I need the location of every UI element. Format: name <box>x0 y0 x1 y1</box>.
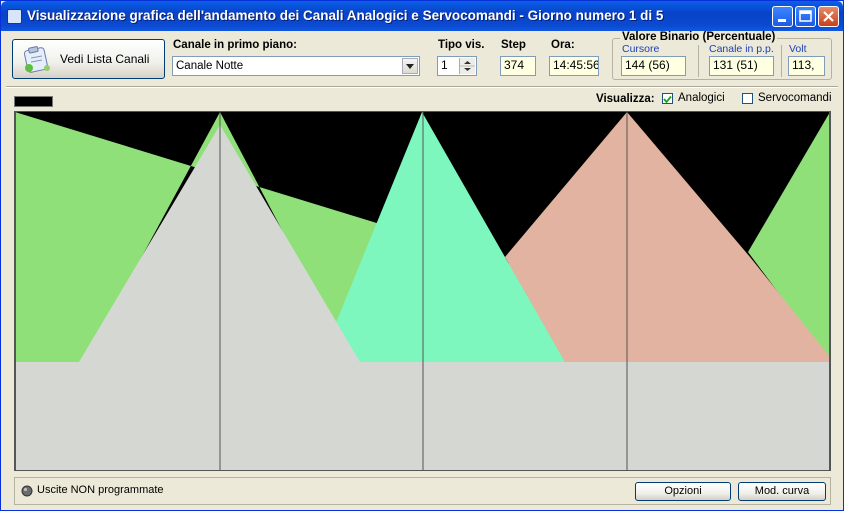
servocomandi-label: Servocomandi <box>758 92 832 104</box>
clipboard-list-icon <box>23 46 50 73</box>
led-icon <box>21 485 33 497</box>
app-icon[interactable] <box>7 9 22 24</box>
close-icon <box>823 11 834 22</box>
checkmark-icon <box>663 95 672 104</box>
spin-arrows[interactable] <box>459 58 475 74</box>
vedi-lista-canali-label: Vedi Lista Canali <box>60 52 150 66</box>
ora-label: Ora: <box>551 39 575 51</box>
group-divider <box>698 45 699 77</box>
tipo-vis-spinner[interactable]: 1 <box>437 56 477 76</box>
maximize-icon <box>799 10 812 22</box>
cursore-label: Cursore <box>622 43 660 55</box>
canale-pp-field: 131 (51) <box>709 56 774 76</box>
graph-area[interactable] <box>14 111 831 471</box>
graph-canvas[interactable] <box>15 112 830 470</box>
spin-arrows-icon <box>460 61 475 71</box>
minimize-button[interactable] <box>772 6 793 27</box>
volt-label: Volt <box>789 43 807 55</box>
close-button[interactable] <box>818 6 839 27</box>
tipo-vis-value: 1 <box>441 58 448 72</box>
valore-binario-label: Valore Binario (Percentuale) <box>620 31 778 43</box>
analogici-checkbox[interactable] <box>662 93 673 104</box>
analogici-label: Analogici <box>678 92 725 104</box>
cursore-field: 144 (56) <box>621 56 686 76</box>
title-bar[interactable]: Visualizzazione grafica dell'andamento d… <box>1 1 843 31</box>
opzioni-button[interactable]: Opzioni <box>635 482 731 501</box>
toolbar-separator <box>6 86 838 88</box>
canale-select[interactable]: Canale Notte <box>172 56 420 76</box>
led-status-label: Uscite NON programmate <box>37 484 164 496</box>
minimize-icon <box>778 19 786 22</box>
ora-field: 14:45:56 <box>549 56 599 76</box>
step-label: Step <box>501 39 526 51</box>
canale-pp-label: Canale in p.p. <box>709 43 774 55</box>
canale-dropdown-button[interactable] <box>402 58 418 74</box>
canale-label: Canale in primo piano: <box>173 39 297 51</box>
mod-curva-button[interactable]: Mod. curva <box>738 482 826 501</box>
visualizza-label: Visualizza: <box>596 93 655 105</box>
chevron-down-icon <box>406 64 414 69</box>
vedi-lista-canali-button[interactable]: Vedi Lista Canali <box>12 39 165 79</box>
status-bar: Uscite NON programmate Opzioni Mod. curv… <box>14 477 831 505</box>
step-field: 374 <box>500 56 536 76</box>
group-divider <box>781 45 782 77</box>
legend-swatch <box>14 96 53 107</box>
servocomandi-checkbox[interactable] <box>742 93 753 104</box>
volt-field: 113, <box>788 56 825 76</box>
canale-select-value: Canale Notte <box>176 60 244 72</box>
window-title: Visualizzazione grafica dell'andamento d… <box>27 8 664 23</box>
main-window: Visualizzazione grafica dell'andamento d… <box>0 0 844 511</box>
tipo-vis-label: Tipo vis. <box>438 39 485 51</box>
maximize-button[interactable] <box>795 6 816 27</box>
